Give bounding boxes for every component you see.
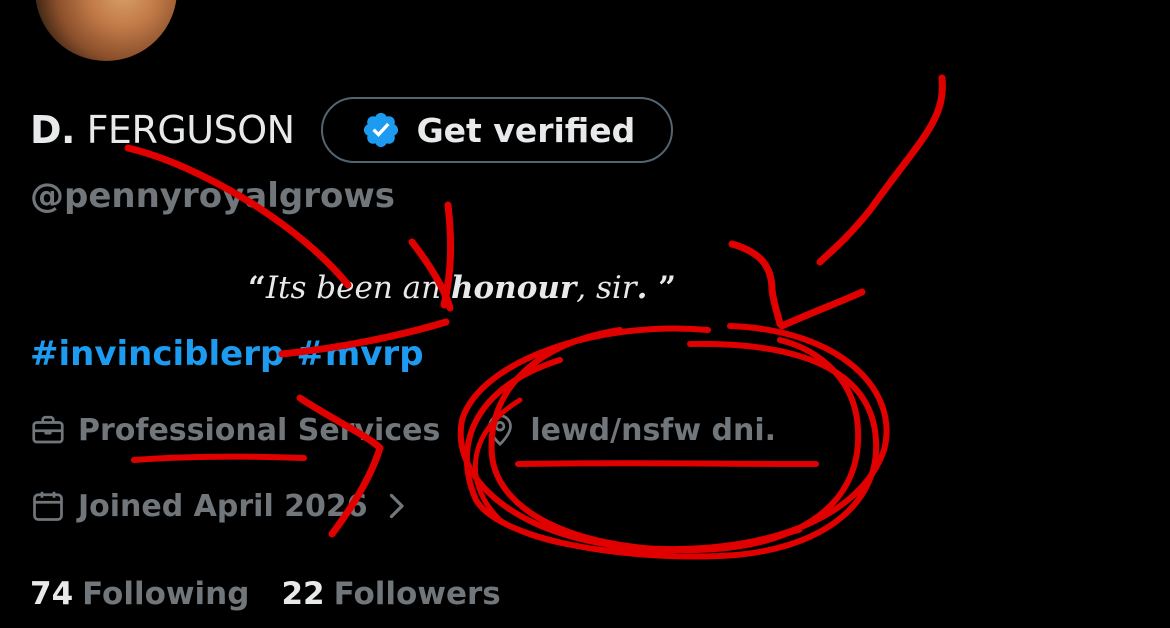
bio-close-quote: ” <box>647 270 677 306</box>
profile-meta-row: Professional Services lewd/nsfw dni. <box>30 412 776 448</box>
category-item: Professional Services <box>30 412 440 448</box>
hashtag-link[interactable]: #mvrp <box>296 334 423 374</box>
followers-link[interactable]: 22 Followers <box>281 576 500 612</box>
annotation-arrow-stroke <box>816 74 946 266</box>
display-name: D. FERGUSON <box>30 108 295 152</box>
following-link[interactable]: 74 Following <box>30 576 249 612</box>
display-name-rest: FERGUSON <box>86 108 296 152</box>
display-name-first: D. <box>30 108 75 152</box>
bio-text-1: Its been an <box>265 270 451 306</box>
bio-hashtags: #invinciblerp #mvrp <box>30 334 424 374</box>
map-pin-icon <box>488 414 513 446</box>
location-item: lewd/nsfw dni. <box>482 412 776 448</box>
followers-count: 22 <box>281 576 325 612</box>
calendar-icon <box>33 491 63 521</box>
joined-item[interactable]: Joined April 2026 <box>30 488 426 524</box>
bio-bold-1: honour <box>450 270 577 306</box>
get-verified-button[interactable]: Get verified <box>320 97 674 163</box>
annotation-underline <box>131 453 307 463</box>
chevron-right-icon <box>389 493 404 519</box>
location-label: lewd/nsfw dni. <box>530 412 777 448</box>
annotation-circle <box>464 340 880 560</box>
following-count: 74 <box>30 576 74 612</box>
briefcase-icon <box>32 415 64 444</box>
follow-stats: 74 Following 22 Followers <box>30 576 501 612</box>
bio-bold-2: . <box>636 270 648 306</box>
avatar-glasses <box>99 0 159 15</box>
profile-bio: “Its been an honour, sir. ” <box>30 270 894 306</box>
category-label: Professional Services <box>78 412 441 448</box>
name-row: D. FERGUSON Get verified <box>30 94 674 166</box>
profile-handle: @pennyroyalgrows <box>30 176 395 216</box>
bio-text-2: , sir <box>576 270 637 306</box>
joined-label: Joined April 2026 <box>78 488 368 524</box>
annotation-underline <box>515 460 819 467</box>
bio-open-quote: “ <box>247 270 266 306</box>
hashtag-link[interactable]: #invinciblerp <box>30 334 284 374</box>
get-verified-label: Get verified <box>416 110 636 150</box>
annotation-arrow-stroke <box>124 144 352 289</box>
verified-badge-icon <box>363 112 398 148</box>
joined-row[interactable]: Joined April 2026 <box>30 488 426 524</box>
avatar[interactable] <box>32 0 180 64</box>
following-label: Following <box>82 576 250 612</box>
followers-label: Followers <box>333 576 501 612</box>
